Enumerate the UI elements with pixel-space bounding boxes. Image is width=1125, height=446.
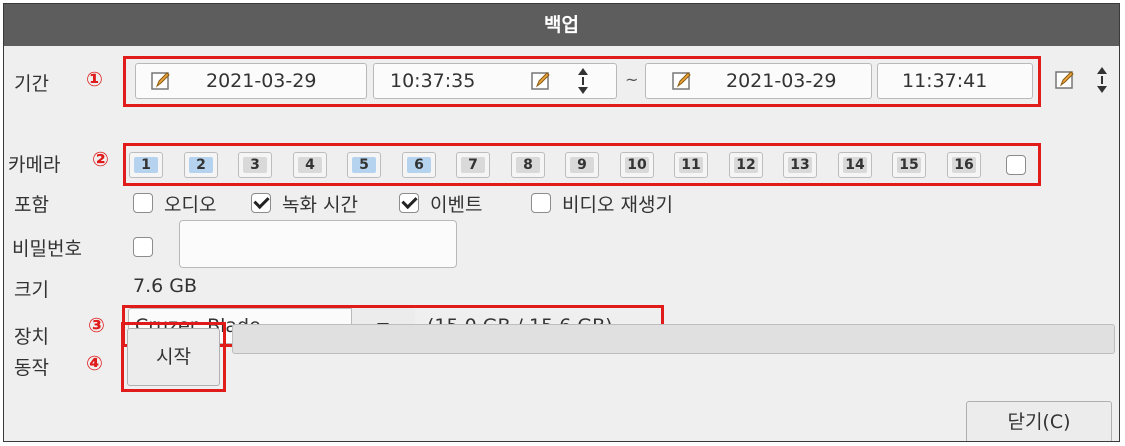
- size-label: 크기: [14, 279, 49, 301]
- camera-toggle-1[interactable]: 1: [129, 152, 163, 178]
- camera-label: 카메라: [8, 154, 61, 176]
- callout-2: ②: [92, 147, 109, 171]
- start-time-field[interactable]: 10:37:35: [373, 63, 617, 99]
- period-separator: ~: [625, 70, 639, 89]
- camera-toggle-9[interactable]: 9: [565, 152, 599, 178]
- end-time-value: 11:37:41: [902, 70, 988, 92]
- edit-icon[interactable]: [150, 70, 172, 92]
- include-label: 포함: [14, 194, 49, 216]
- start-button[interactable]: 시작: [127, 328, 220, 386]
- camera-number: 1: [141, 157, 151, 173]
- callout-4: ④: [86, 351, 103, 375]
- camera-toggle-4[interactable]: 4: [293, 152, 327, 178]
- edit-icon[interactable]: [1054, 69, 1076, 91]
- camera-number: 11: [681, 157, 701, 173]
- close-button[interactable]: 닫기(C): [966, 401, 1112, 441]
- start-date-field[interactable]: 2021-03-29: [135, 63, 367, 99]
- camera-toggle-6[interactable]: 6: [402, 152, 436, 178]
- password-input[interactable]: [179, 220, 457, 268]
- camera-toggle-3[interactable]: 3: [238, 152, 272, 178]
- end-date-field[interactable]: 2021-03-29: [645, 63, 872, 99]
- audio-label: 오디오: [164, 194, 217, 216]
- camera-toggle-8[interactable]: 8: [511, 152, 545, 178]
- event-label: 이벤트: [430, 194, 483, 216]
- record-time-checkbox[interactable]: [251, 193, 271, 213]
- backup-progress-bar: [232, 324, 1115, 354]
- device-label: 장치: [14, 326, 49, 348]
- edit-icon[interactable]: [530, 70, 552, 92]
- camera-toggle-15[interactable]: 15: [892, 152, 926, 178]
- start-date-value: 2021-03-29: [206, 70, 317, 92]
- backup-dialog: 백업 기간 ① 2021-03-29 10:37:35 ~ 2021-03-29…: [3, 3, 1120, 442]
- camera-toggle-2[interactable]: 2: [184, 152, 218, 178]
- end-date-value: 2021-03-29: [726, 70, 837, 92]
- camera-number: 5: [359, 157, 369, 173]
- period-label: 기간: [14, 73, 49, 95]
- password-label: 비밀번호: [12, 238, 82, 260]
- spin-down-icon[interactable]: [578, 87, 588, 94]
- camera-toggle-5[interactable]: 5: [347, 152, 381, 178]
- camera-toggle-16[interactable]: 16: [947, 152, 981, 178]
- camera-number: 16: [954, 157, 974, 173]
- camera-number: 8: [523, 157, 533, 173]
- camera-number: 13: [790, 157, 810, 173]
- camera-toggle-7[interactable]: 7: [456, 152, 490, 178]
- camera-toggle-14[interactable]: 14: [838, 152, 872, 178]
- spin-up-icon[interactable]: [578, 68, 588, 75]
- camera-number: 4: [305, 157, 315, 173]
- start-time-value: 10:37:35: [390, 70, 476, 92]
- size-value: 7.6 GB: [133, 275, 198, 297]
- camera-number: 15: [899, 157, 919, 173]
- end-time-field[interactable]: 11:37:41: [877, 63, 1033, 99]
- camera-number: 10: [627, 157, 647, 173]
- camera-number: 6: [414, 157, 424, 173]
- audio-checkbox[interactable]: [133, 193, 153, 213]
- camera-number: 7: [468, 157, 478, 173]
- camera-number: 3: [250, 157, 260, 173]
- camera-select-all-checkbox[interactable]: [1006, 155, 1026, 175]
- record-time-label: 녹화 시간: [282, 194, 358, 216]
- camera-toggle-13[interactable]: 13: [783, 152, 817, 178]
- action-label: 동작: [14, 357, 49, 379]
- camera-toggle-11[interactable]: 11: [674, 152, 708, 178]
- spin-down-icon[interactable]: [1097, 86, 1107, 93]
- camera-number: 2: [196, 157, 206, 173]
- edit-icon[interactable]: [671, 70, 693, 92]
- camera-number: 12: [736, 157, 756, 173]
- camera-toggle-10[interactable]: 10: [620, 152, 654, 178]
- end-time-spinner[interactable]: [1091, 63, 1113, 97]
- camera-number: 14: [845, 157, 865, 173]
- video-player-label: 비디오 재생기: [562, 194, 673, 216]
- callout-3: ③: [88, 313, 105, 337]
- window-title: 백업: [4, 4, 1119, 46]
- video-player-checkbox[interactable]: [531, 193, 551, 213]
- password-checkbox[interactable]: [133, 237, 153, 257]
- callout-1: ①: [86, 67, 103, 91]
- start-time-spinner[interactable]: [572, 64, 594, 98]
- camera-number: 9: [577, 157, 587, 173]
- event-checkbox[interactable]: [399, 193, 419, 213]
- camera-toggle-12[interactable]: 12: [729, 152, 763, 178]
- spin-up-icon[interactable]: [1097, 67, 1107, 74]
